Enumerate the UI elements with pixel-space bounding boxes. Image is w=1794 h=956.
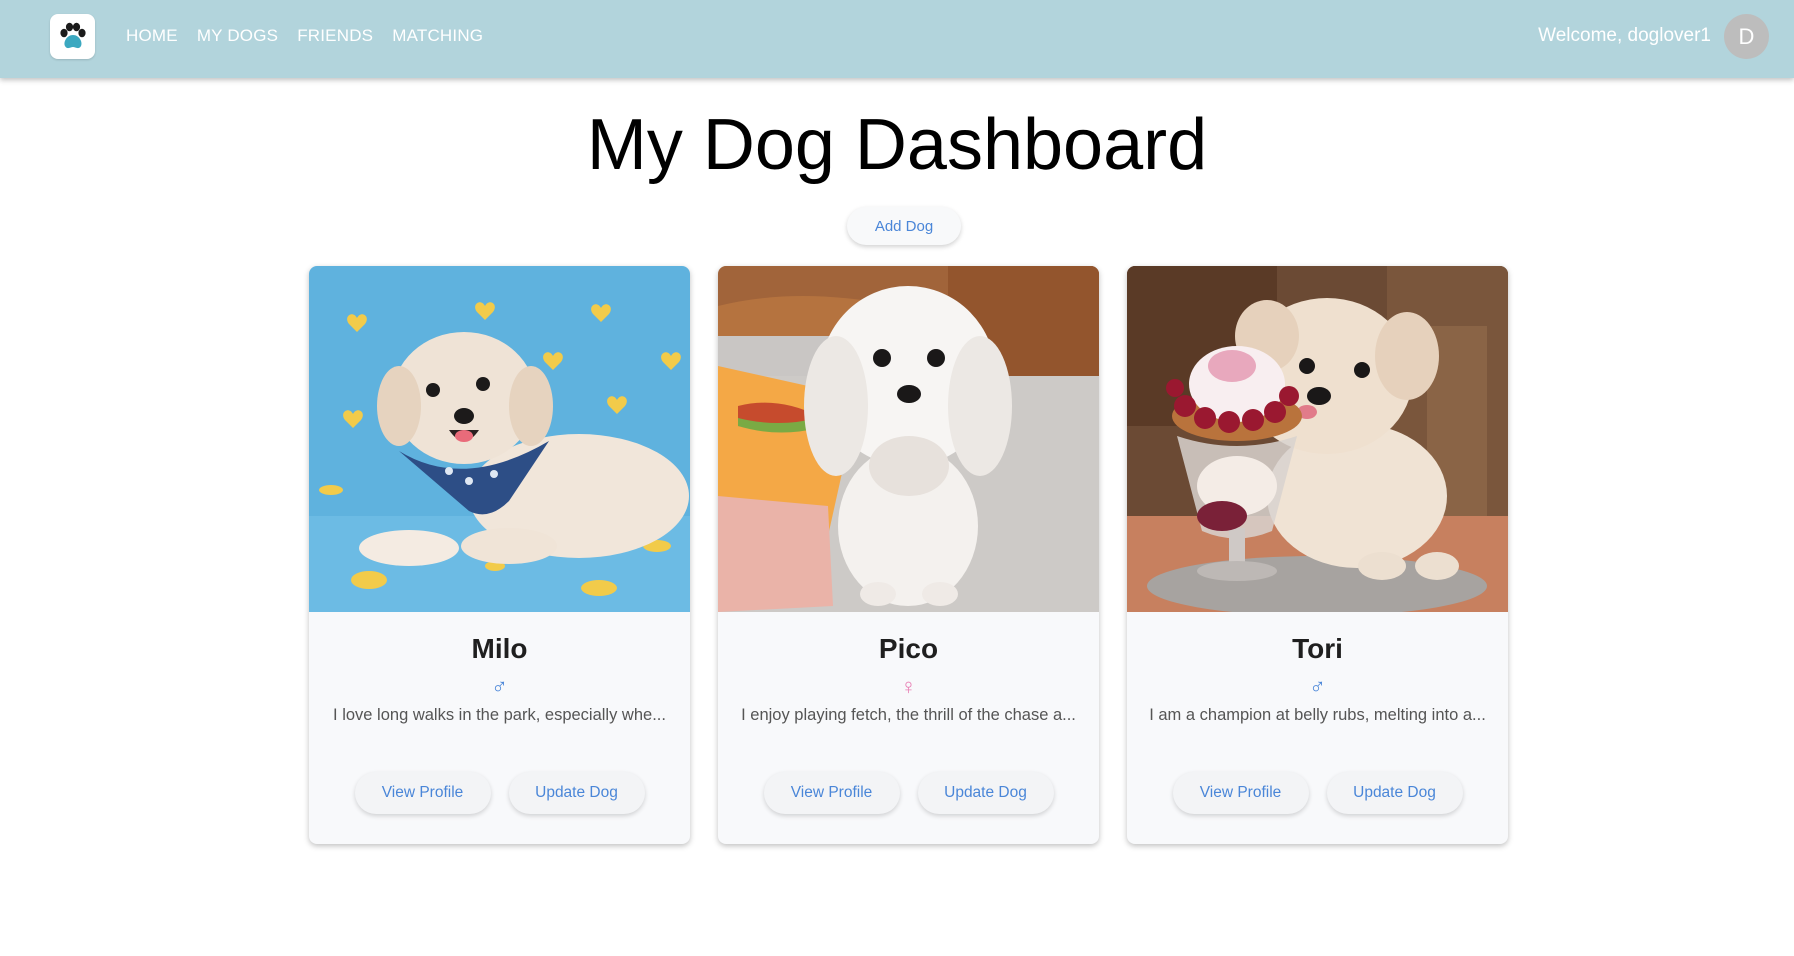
dog-name: Pico (878, 633, 939, 664)
dog-card: Milo ♂ I love long walks in the park, es… (309, 266, 690, 844)
dog-name: Tori (1292, 633, 1343, 664)
view-profile-button[interactable]: View Profile (763, 772, 900, 814)
card-actions: View Profile Update Dog (309, 772, 690, 814)
nav-matching[interactable]: MATCHING (392, 26, 492, 46)
female-icon: ♀ (900, 674, 917, 699)
dog-bio: I love long walks in the park, especiall… (333, 706, 666, 724)
page-title: My Dog Dashboard (586, 105, 1208, 185)
dog-photo (1127, 266, 1508, 612)
male-icon: ♂ (491, 674, 508, 699)
nav-links: HOME MY DOGS FRIENDS MATCHING (126, 0, 502, 72)
paw-icon (59, 22, 86, 48)
dog-photo (718, 266, 1099, 612)
nav-my-dogs[interactable]: MY DOGS (197, 26, 287, 46)
dog-card: Pico ♀ I enjoy playing fetch, the thrill… (718, 266, 1099, 844)
nav-friends[interactable]: FRIENDS (297, 26, 382, 46)
dog-name: Milo (471, 633, 528, 664)
app-logo[interactable] (50, 14, 95, 59)
dog-card: Tori ♂ I am a champion at belly rubs, me… (1127, 266, 1508, 844)
card-actions: View Profile Update Dog (1127, 772, 1508, 814)
welcome-text: Welcome, doglover1 (1538, 25, 1711, 46)
dog-bio: I am a champion at belly rubs, melting i… (1149, 706, 1486, 724)
add-dog-button[interactable]: Add Dog (847, 207, 961, 245)
top-navbar: HOME MY DOGS FRIENDS MATCHING Welcome, d… (0, 0, 1794, 78)
user-avatar[interactable]: D (1724, 14, 1769, 59)
dog-cards-list: Milo ♂ I love long walks in the park, es… (309, 266, 1508, 844)
update-dog-button[interactable]: Update Dog (508, 772, 645, 814)
dog-photo (309, 266, 690, 612)
male-icon: ♂ (1309, 674, 1326, 699)
card-actions: View Profile Update Dog (718, 772, 1099, 814)
update-dog-button[interactable]: Update Dog (917, 772, 1054, 814)
nav-home[interactable]: HOME (126, 26, 187, 46)
update-dog-button[interactable]: Update Dog (1326, 772, 1463, 814)
view-profile-button[interactable]: View Profile (354, 772, 491, 814)
view-profile-button[interactable]: View Profile (1172, 772, 1309, 814)
dog-bio: I enjoy playing fetch, the thrill of the… (741, 706, 1076, 724)
